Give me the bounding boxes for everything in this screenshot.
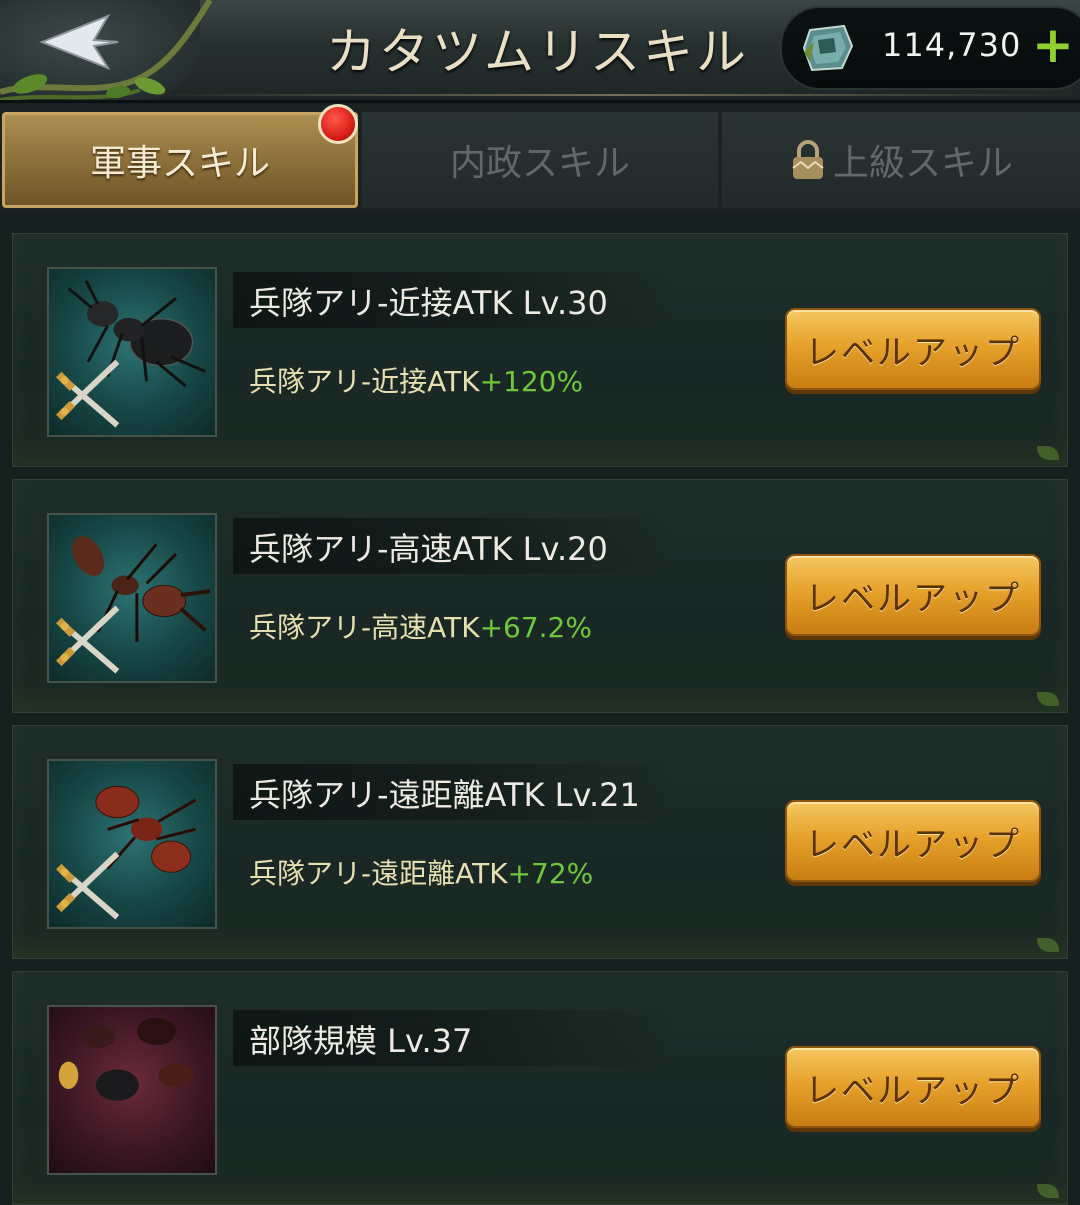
lock-icon	[792, 140, 824, 179]
skill-card: 部隊規模 Lv.37 レベルアップ	[12, 971, 1068, 1205]
add-currency-button[interactable]: +	[1032, 20, 1074, 70]
currency-display: 114,730 +	[780, 6, 1080, 90]
skill-card: 兵隊アリ-遠距離ATK Lv.21 兵隊アリ-遠距離ATK+72% レベルアップ	[12, 725, 1068, 959]
skill-list: 兵隊アリ-近接ATK Lv.30 兵隊アリ-近接ATK+120% レベルアップ …	[0, 214, 1080, 1205]
tab-advanced-skills[interactable]: 上級スキル	[722, 112, 1080, 208]
tab-label: 上級スキル	[832, 143, 1013, 184]
level-up-button[interactable]: レベルアップ	[785, 308, 1041, 390]
skill-name: 部隊規模 Lv.37	[249, 1022, 473, 1060]
skill-effect: 兵隊アリ-遠距離ATK+72%	[249, 852, 593, 892]
black-ant-melee-icon	[47, 267, 217, 437]
effect-text: 兵隊アリ-近接ATK	[249, 365, 480, 398]
skill-name: 兵隊アリ-高速ATK Lv.20	[249, 530, 608, 568]
troop-size-icon	[47, 1005, 217, 1175]
tab-military-skills[interactable]: 軍事スキル	[2, 112, 358, 208]
skill-name: 兵隊アリ-近接ATK Lv.30	[249, 284, 608, 322]
skill-effect: 兵隊アリ-近接ATK+120%	[249, 360, 583, 400]
page-title: カタツムリスキル	[326, 23, 749, 81]
back-button[interactable]	[0, 0, 213, 100]
gem-icon	[802, 24, 854, 72]
bonus-value: +67.2%	[479, 611, 592, 644]
top-bar: カタツムリスキル 114,730 +	[0, 0, 1080, 103]
level-up-button[interactable]: レベルアップ	[785, 554, 1041, 636]
bonus-value: +120%	[479, 365, 584, 398]
brown-ant-speed-icon	[47, 513, 217, 683]
skill-card: 兵隊アリ-近接ATK Lv.30 兵隊アリ-近接ATK+120% レベルアップ	[12, 233, 1068, 467]
tab-label: 軍事スキル	[89, 143, 270, 184]
skill-tabs: 軍事スキル 内政スキル 上級スキル	[0, 104, 1080, 214]
level-up-button[interactable]: レベルアップ	[785, 1046, 1041, 1128]
red-ant-ranged-icon	[47, 759, 217, 929]
skill-card: 兵隊アリ-高速ATK Lv.20 兵隊アリ-高速ATK+67.2% レベルアップ	[12, 479, 1068, 713]
effect-text: 兵隊アリ-高速ATK	[249, 611, 480, 644]
bonus-value: +72%	[507, 857, 594, 890]
currency-value: 114,730	[882, 26, 1022, 64]
back-arrow-icon	[39, 14, 119, 70]
effect-text: 兵隊アリ-遠距離ATK	[249, 857, 508, 890]
skill-name: 兵隊アリ-遠距離ATK Lv.21	[249, 776, 640, 814]
level-up-button[interactable]: レベルアップ	[785, 800, 1041, 882]
skill-effect: 兵隊アリ-高速ATK+67.2%	[249, 606, 592, 646]
tab-domestic-skills[interactable]: 内政スキル	[362, 112, 718, 208]
notification-badge	[318, 104, 358, 144]
tab-label: 内政スキル	[449, 143, 630, 184]
